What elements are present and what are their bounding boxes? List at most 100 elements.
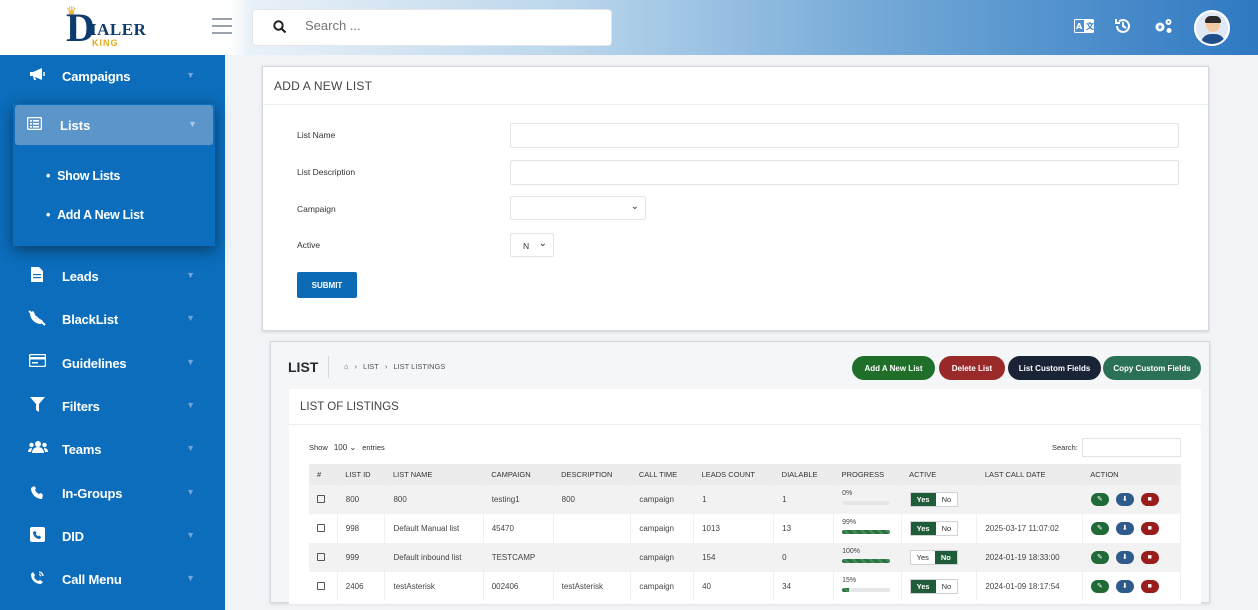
row-checkbox[interactable] bbox=[317, 523, 325, 532]
download-icon[interactable]: ⬇ bbox=[1115, 522, 1134, 535]
phone-icon bbox=[28, 484, 46, 502]
delete-icon[interactable]: ■ bbox=[1140, 493, 1159, 506]
toggle-no[interactable]: No bbox=[935, 522, 958, 535]
active-toggle[interactable]: Yes No bbox=[909, 521, 959, 536]
search-bar bbox=[252, 9, 612, 46]
table-search-input[interactable] bbox=[1082, 438, 1181, 457]
table-row: 999 Default inbound list TESTCAMP campaign 1… bbox=[309, 543, 1182, 572]
translate-icon[interactable]: A文 bbox=[1074, 18, 1095, 38]
chevron-down-icon: ▼ bbox=[186, 70, 195, 80]
menu-toggle-icon[interactable] bbox=[212, 18, 232, 36]
toggle-yes[interactable]: Yes bbox=[910, 493, 936, 506]
sidebar-item-call-menu[interactable]: Call Menu ▼ bbox=[0, 559, 225, 599]
list-id-cell: 2406 bbox=[337, 572, 386, 601]
svg-text:A: A bbox=[1076, 22, 1083, 31]
history-icon[interactable] bbox=[1114, 17, 1132, 40]
list-description-input[interactable] bbox=[510, 160, 1179, 185]
download-icon[interactable]: ⬇ bbox=[1115, 580, 1134, 593]
active-toggle[interactable]: Yes No bbox=[909, 492, 959, 507]
toggle-yes[interactable]: Yes bbox=[910, 522, 936, 535]
breadcrumb-list[interactable]: LIST bbox=[363, 362, 379, 371]
active-toggle[interactable]: Yes No bbox=[909, 550, 958, 565]
call-time-cell: campaign bbox=[630, 543, 695, 572]
column-header[interactable]: # bbox=[309, 464, 338, 485]
dialable-cell: 0 bbox=[773, 543, 835, 572]
home-icon[interactable]: ⌂ bbox=[344, 362, 349, 371]
breadcrumb-list-listings: LIST LISTINGS bbox=[393, 362, 446, 371]
active-select[interactable]: N ⌄ bbox=[510, 233, 554, 257]
toggle-yes[interactable]: Yes bbox=[910, 551, 935, 564]
top-bar: ♛ D IALER KING A文 bbox=[0, 0, 1258, 55]
edit-icon[interactable]: ✎ bbox=[1090, 551, 1109, 564]
sidebar-item-in-groups[interactable]: In-Groups ▼ bbox=[0, 473, 225, 513]
column-header[interactable]: CALL TIME bbox=[630, 464, 694, 485]
logo[interactable]: ♛ D IALER KING bbox=[62, 4, 152, 50]
column-header[interactable]: LIST ID bbox=[337, 464, 385, 485]
sidebar-subitem-show-lists[interactable]: • Show Lists bbox=[46, 169, 120, 183]
column-header[interactable]: CAMPAIGN bbox=[483, 464, 554, 485]
chevron-down-icon: ⌄ bbox=[630, 201, 639, 212]
campaign-select[interactable]: ⌄ bbox=[510, 196, 646, 220]
download-icon[interactable]: ⬇ bbox=[1115, 493, 1134, 506]
chevron-down-icon: ▼ bbox=[186, 573, 195, 583]
description-cell: 800 bbox=[553, 485, 632, 514]
sidebar-item-blacklist[interactable]: BlackList ▼ bbox=[0, 299, 225, 339]
column-header[interactable]: ACTIVE bbox=[901, 464, 977, 485]
toggle-no[interactable]: No bbox=[934, 551, 957, 564]
column-header[interactable]: DIALABLE bbox=[773, 464, 834, 485]
delete-icon[interactable]: ■ bbox=[1140, 522, 1159, 535]
row-checkbox[interactable] bbox=[317, 552, 325, 561]
sidebar-item-lists[interactable]: Lists ▼ bbox=[15, 105, 213, 145]
page-length-select[interactable]: 100 ⌄ bbox=[334, 443, 356, 452]
toggle-no[interactable]: No bbox=[935, 580, 958, 593]
call-time-cell: campaign bbox=[630, 514, 695, 543]
sidebar-item-campaigns[interactable]: Campaigns ▼ bbox=[0, 56, 225, 96]
row-checkbox[interactable] bbox=[317, 494, 325, 503]
list-id-cell: 999 bbox=[337, 543, 386, 572]
list-description-label: List Description bbox=[297, 167, 356, 177]
progress-cell: 15% bbox=[833, 572, 902, 601]
sidebar-subitem-add-list[interactable]: • Add A New List bbox=[46, 208, 144, 222]
progress-bar bbox=[842, 500, 891, 505]
list-custom-fields-button[interactable]: List Custom Fields bbox=[1008, 356, 1101, 380]
toggle-yes[interactable]: Yes bbox=[910, 580, 936, 593]
settings-icon[interactable] bbox=[1152, 17, 1174, 40]
delete-icon[interactable]: ■ bbox=[1140, 580, 1159, 593]
sidebar-item-leads[interactable]: Leads ▼ bbox=[0, 256, 225, 296]
dialable-cell: 13 bbox=[773, 514, 835, 543]
leads-count-cell: 1 bbox=[693, 485, 775, 514]
avatar[interactable] bbox=[1194, 10, 1230, 46]
sidebar-item-guidelines[interactable]: Guidelines ▼ bbox=[0, 343, 225, 383]
phone-square-icon bbox=[28, 527, 46, 545]
column-header[interactable]: LIST NAME bbox=[384, 464, 484, 485]
toggle-no[interactable]: No bbox=[935, 493, 958, 506]
download-icon[interactable]: ⬇ bbox=[1115, 551, 1134, 564]
edit-icon[interactable]: ✎ bbox=[1090, 493, 1109, 506]
column-header[interactable]: ACTION bbox=[1082, 464, 1181, 485]
sidebar-item-did[interactable]: DID ▼ bbox=[0, 516, 225, 556]
delete-icon[interactable]: ■ bbox=[1140, 551, 1159, 564]
sidebar-item-teams[interactable]: Teams ▼ bbox=[0, 429, 225, 469]
list-id-cell: 800 bbox=[337, 485, 386, 514]
add-new-list-button[interactable]: Add A New List bbox=[852, 356, 935, 380]
list-name-input[interactable] bbox=[510, 123, 1179, 148]
active-toggle[interactable]: Yes No bbox=[909, 579, 959, 594]
row-checkbox[interactable] bbox=[317, 581, 325, 590]
table-row: 800 800 testing1 800 campaign 1 1 0% Yes No ✎ ⬇ ■ bbox=[309, 485, 1182, 514]
submit-button[interactable]: SUBMIT bbox=[297, 272, 357, 298]
column-header[interactable]: LAST CALL DATE bbox=[976, 464, 1083, 485]
copy-custom-fields-button[interactable]: Copy Custom Fields bbox=[1103, 356, 1201, 380]
edit-icon[interactable]: ✎ bbox=[1090, 580, 1109, 593]
table-row: 2406 testAsterisk 002406 testAsterisk campai… bbox=[309, 572, 1182, 601]
row-checkbox-cell bbox=[309, 543, 338, 572]
edit-icon[interactable]: ✎ bbox=[1090, 522, 1109, 535]
column-header[interactable]: PROGRESS bbox=[833, 464, 902, 485]
card-icon bbox=[28, 353, 46, 370]
sidebar-item-filters[interactable]: Filters ▼ bbox=[0, 386, 225, 426]
leads-count-cell: 40 bbox=[693, 572, 775, 601]
delete-list-button[interactable]: Delete List bbox=[939, 356, 1005, 380]
chevron-down-icon: ▼ bbox=[188, 119, 197, 129]
search-input[interactable] bbox=[305, 18, 595, 33]
column-header[interactable]: DESCRIPTION bbox=[553, 464, 631, 485]
column-header[interactable]: LEADS COUNT bbox=[693, 464, 774, 485]
